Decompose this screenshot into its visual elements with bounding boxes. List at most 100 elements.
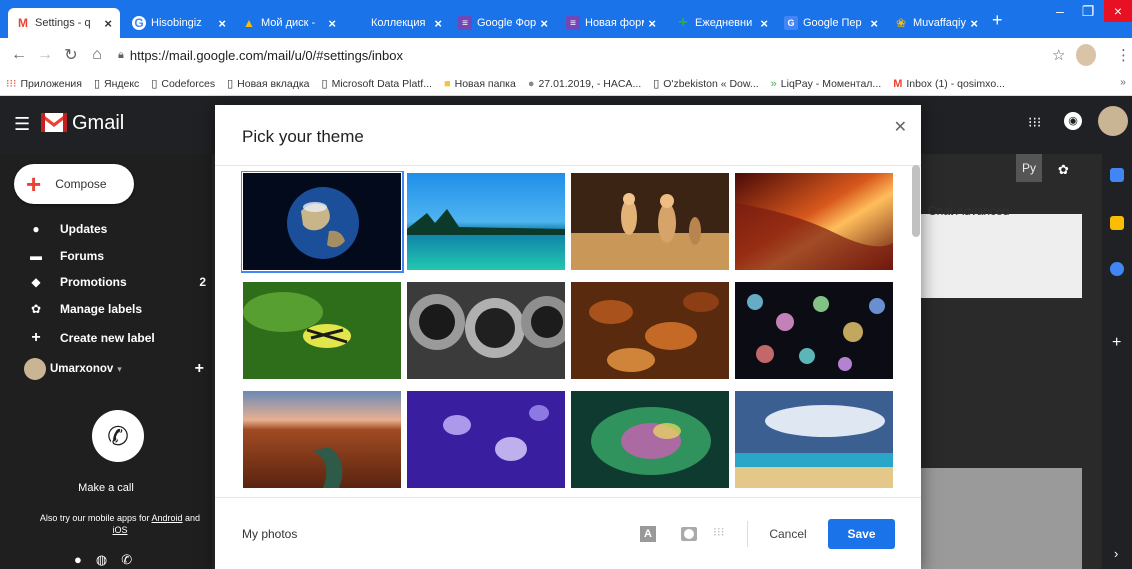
theme-leaves[interactable] bbox=[571, 282, 729, 379]
more-bookmarks-icon[interactable]: » bbox=[1120, 76, 1126, 88]
sidebar-item-manage-labels[interactable]: ✿ Manage labels bbox=[26, 302, 206, 316]
tab-hisobingiz[interactable]: G Hisobingiz × bbox=[124, 8, 234, 38]
browser-profile-avatar[interactable] bbox=[1076, 44, 1096, 66]
theme-earth[interactable] bbox=[241, 171, 404, 273]
forward-arrow-icon[interactable]: → bbox=[32, 46, 58, 64]
close-tab-icon[interactable]: × bbox=[328, 16, 336, 31]
theme-chess[interactable] bbox=[571, 173, 729, 270]
close-tab-icon[interactable]: × bbox=[218, 16, 226, 31]
new-tab-button[interactable]: + bbox=[992, 10, 1003, 31]
browser-menu-icon[interactable]: ⋮ bbox=[1116, 46, 1131, 64]
calendar-icon[interactable] bbox=[1110, 168, 1124, 182]
theme-bokeh[interactable] bbox=[735, 282, 893, 379]
minimize-window-button[interactable]: – bbox=[1046, 0, 1074, 22]
gear-icon: ✿ bbox=[30, 302, 42, 316]
close-icon[interactable]: ✕ bbox=[894, 117, 907, 137]
plus-icon: + bbox=[31, 329, 41, 346]
tab-settings[interactable]: M Settings - q × bbox=[8, 8, 120, 38]
tab-daily[interactable]: + Ежедневни × bbox=[668, 8, 776, 38]
phone-icon[interactable]: ✆ bbox=[92, 410, 144, 462]
close-tab-icon[interactable]: × bbox=[104, 16, 112, 31]
scroll-thumb[interactable] bbox=[912, 165, 920, 237]
settings-gear-icon[interactable]: ✿ bbox=[1058, 162, 1069, 178]
settings-tab-labels[interactable]: Chat Advanced bbox=[928, 204, 1009, 218]
bookmark-apps[interactable]: ⁝⁝⁝ Приложения bbox=[6, 77, 82, 91]
close-tab-icon[interactable]: × bbox=[870, 16, 878, 31]
input-tools-button[interactable]: Ру bbox=[1016, 154, 1042, 182]
bookmark-yandex[interactable]: ▯ Яндекс bbox=[93, 77, 139, 91]
person-icon[interactable]: ● bbox=[74, 552, 82, 568]
forms-favicon-icon: ≡ bbox=[458, 16, 472, 30]
theme-lake[interactable] bbox=[407, 173, 565, 270]
compose-button[interactable]: + Compose bbox=[14, 164, 134, 204]
chat-user[interactable]: Umarxonov ▾ + bbox=[24, 358, 204, 380]
theme-scrollbar[interactable] bbox=[912, 165, 920, 495]
liqpay-icon: » bbox=[770, 77, 777, 90]
bookmark-inbox[interactable]: M Inbox (1) - qosimxo... bbox=[893, 78, 1005, 90]
ios-link[interactable]: iOS bbox=[112, 525, 127, 535]
save-button[interactable]: Save bbox=[828, 519, 895, 549]
keep-icon[interactable] bbox=[1110, 216, 1124, 230]
sidebar-item-create-label[interactable]: + Create new label bbox=[26, 329, 206, 347]
bookmark-new-folder[interactable]: ■ Новая папка bbox=[444, 78, 516, 90]
bookmark-new-tab[interactable]: ▯ Новая вкладка bbox=[227, 77, 309, 91]
close-tab-icon[interactable]: × bbox=[760, 16, 768, 31]
theme-pipes[interactable] bbox=[407, 282, 565, 379]
cancel-button[interactable]: Cancel bbox=[759, 519, 817, 549]
bookmark-haca[interactable]: ● 27.01.2019, - HACA... bbox=[528, 78, 641, 90]
bookmark-microsoft[interactable]: ▯ Microsoft Data Platf... bbox=[322, 77, 432, 91]
sidebar-item-promotions[interactable]: ◆ Promotions 2 bbox=[26, 275, 206, 289]
back-arrow-icon[interactable]: ← bbox=[6, 46, 32, 64]
tab-muvaffaqiyat[interactable]: ❀ Muvaffaqiy × bbox=[886, 8, 986, 38]
url-input[interactable]: 🔒︎ https://mail.google.com/mail/u/0/#set… bbox=[118, 42, 1058, 68]
theme-canyon-red[interactable] bbox=[735, 173, 893, 270]
text-background-icon[interactable]: A bbox=[640, 526, 656, 542]
tasks-icon[interactable] bbox=[1110, 262, 1124, 276]
hamburger-menu-icon[interactable]: ☰ bbox=[14, 114, 30, 135]
chevron-right-icon[interactable]: › bbox=[1114, 546, 1118, 561]
site-icon: ● bbox=[527, 77, 535, 90]
home-icon[interactable]: ⌂ bbox=[84, 46, 110, 64]
tab-drive[interactable]: ▲ Мой диск - × bbox=[234, 8, 344, 38]
tab-google-translate[interactable]: G Google Пер × bbox=[776, 8, 886, 38]
theme-jellyfish[interactable] bbox=[407, 391, 565, 488]
sidebar-item-updates[interactable]: ● Updates bbox=[26, 222, 206, 236]
restore-window-button[interactable]: ❐ bbox=[1074, 0, 1102, 22]
bookmark-ozbekiston[interactable]: ▯ O'zbekiston « Dow... bbox=[653, 77, 758, 91]
gmail-favicon-icon: M bbox=[18, 16, 28, 30]
tab-new-form[interactable]: ≡ Новая форм × bbox=[558, 8, 664, 38]
info-icon: ● bbox=[32, 222, 40, 236]
close-tab-icon[interactable]: × bbox=[648, 16, 656, 31]
close-tab-icon[interactable]: × bbox=[970, 16, 978, 31]
my-photos-link[interactable]: My photos bbox=[242, 527, 297, 541]
close-tab-icon[interactable]: × bbox=[434, 16, 442, 31]
close-window-button[interactable]: × bbox=[1104, 0, 1132, 22]
page-icon: ▯ bbox=[93, 78, 100, 90]
close-tab-icon[interactable]: × bbox=[540, 16, 548, 31]
bookmark-codeforces[interactable]: ▯ Codeforces bbox=[151, 77, 215, 91]
theme-bubble[interactable] bbox=[571, 391, 729, 488]
tab-google-forms[interactable]: ≡ Google Фор × bbox=[450, 8, 556, 38]
address-bar: ← → ↻ ⌂ 🔒︎ https://mail.google.com/mail/… bbox=[0, 38, 1132, 72]
tab-collection[interactable]: Коллекция × bbox=[344, 8, 450, 38]
add-addon-icon[interactable]: + bbox=[1112, 334, 1121, 352]
account-avatar[interactable] bbox=[1098, 106, 1128, 136]
theme-canyon-river[interactable] bbox=[243, 391, 401, 488]
bookmark-liqpay[interactable]: » LiqPay - Моментал... bbox=[771, 78, 882, 90]
make-call-link[interactable]: Make a call bbox=[0, 482, 212, 494]
phone-small-icon[interactable]: ✆ bbox=[121, 552, 132, 568]
vignette-icon[interactable] bbox=[681, 527, 697, 541]
bookmark-star-icon[interactable]: ☆ bbox=[1052, 46, 1065, 64]
sidebar-item-forums[interactable]: ▬ Forums bbox=[26, 249, 206, 263]
android-link[interactable]: Android bbox=[151, 513, 182, 523]
blank-favicon-icon bbox=[352, 16, 366, 30]
google-apps-icon[interactable]: ⁝⁝⁝ bbox=[1028, 114, 1041, 131]
theme-beach[interactable] bbox=[735, 391, 893, 488]
divider bbox=[747, 521, 748, 547]
blur-icon[interactable]: ⁝⁝⁝ bbox=[713, 525, 724, 539]
add-chat-icon[interactable]: + bbox=[195, 360, 204, 378]
hangouts-icon[interactable]: ◍ bbox=[96, 552, 107, 568]
reload-icon[interactable]: ↻ bbox=[58, 45, 84, 65]
notifications-icon[interactable]: ◉ bbox=[1064, 112, 1082, 130]
theme-caterpillar[interactable] bbox=[243, 282, 401, 379]
